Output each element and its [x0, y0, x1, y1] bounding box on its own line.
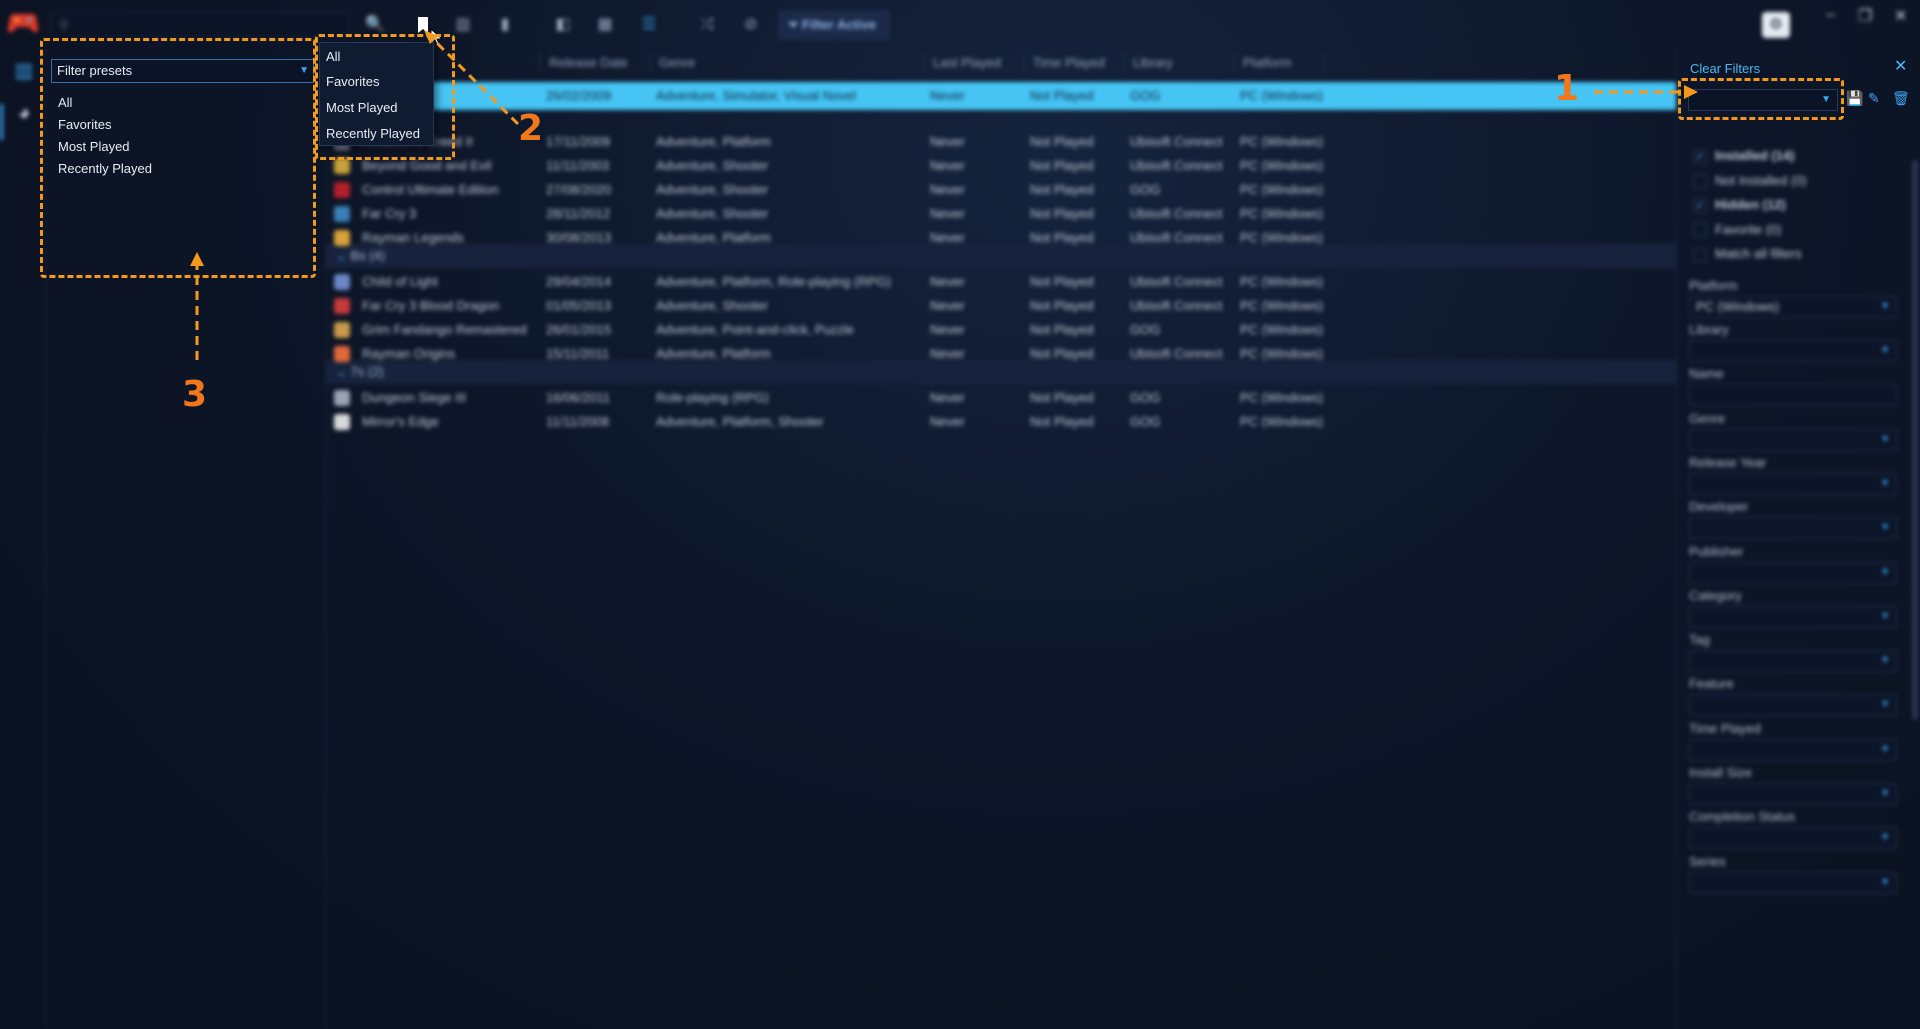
annotation-arrows	[190, 30, 1698, 360]
arrowhead-2	[424, 30, 438, 44]
arrowhead-3	[190, 252, 204, 266]
arrowhead-1	[1684, 85, 1698, 99]
annotation-arrow-2	[428, 34, 520, 126]
